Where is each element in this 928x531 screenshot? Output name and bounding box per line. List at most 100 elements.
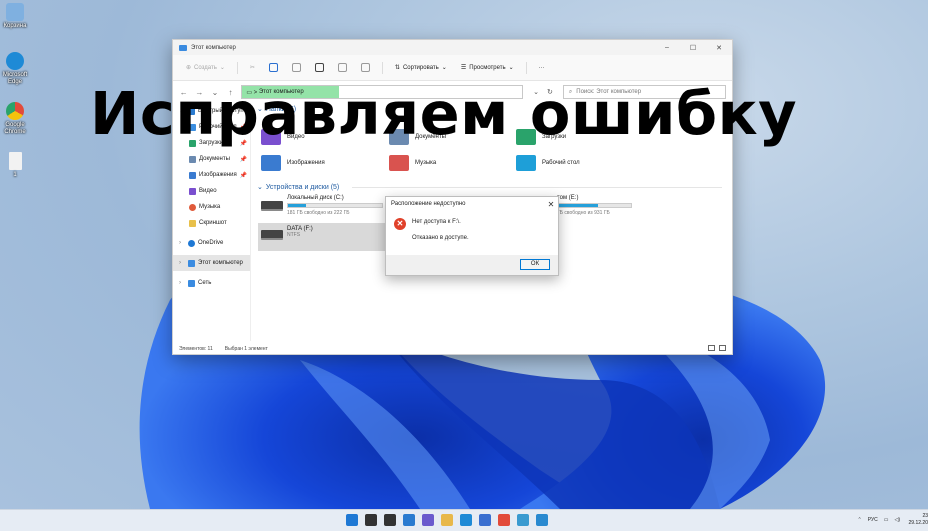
desktop-icon-text-file[interactable]: 1 (0, 152, 30, 179)
chevron-down-icon: ⌄ (441, 65, 447, 71)
create-button[interactable]: ⊕ Создать ⌄ (181, 62, 230, 73)
error-icon: ✕ (394, 218, 406, 230)
cut-button[interactable]: ✂ (245, 62, 260, 73)
dialog-footer: ОК (386, 255, 558, 275)
toolbar-divider (381, 61, 383, 74)
file-explorer-icon[interactable] (441, 514, 453, 526)
view-button[interactable]: ☰ Просмотреть ⌄ (456, 62, 519, 73)
search-icon[interactable] (365, 514, 377, 526)
photos-icon[interactable] (517, 514, 529, 526)
tiles-view-icon[interactable] (719, 345, 726, 351)
rename-icon (314, 63, 324, 72)
sidebar-item-music[interactable]: Музыка (173, 199, 250, 215)
store-icon[interactable] (479, 514, 491, 526)
paste-button[interactable] (287, 61, 306, 74)
dialog-close-button[interactable]: ✕ (544, 200, 558, 209)
language-indicator[interactable]: РУС (868, 517, 878, 523)
snipping-tool-icon[interactable] (536, 514, 548, 526)
toolbar-divider (525, 61, 527, 74)
text-file-icon (8, 152, 22, 170)
network-icon (188, 279, 195, 287)
drive-e[interactable]: том (E:) ГБ свободно из 931 ГБ (557, 195, 632, 216)
drive-usage-fill (288, 204, 306, 207)
folder-icon (189, 219, 196, 227)
windows-drive-icon (261, 201, 283, 211)
sidebar-item-video[interactable]: Видео (173, 183, 250, 199)
close-button[interactable]: ✕ (706, 44, 732, 52)
start-icon[interactable] (346, 514, 358, 526)
window-title: Этот компьютер (191, 44, 236, 51)
chevron-right-icon: › (179, 280, 181, 286)
sort-icon: ⇅ (394, 65, 400, 71)
trash-icon (360, 63, 370, 72)
chevron-up-icon[interactable]: ⌃ (858, 517, 862, 523)
this-pc-icon (179, 44, 187, 51)
pictures-folder-icon (261, 155, 281, 171)
chevron-down-icon: ⌄ (508, 65, 514, 71)
toolbar-divider (236, 61, 238, 74)
maximize-button[interactable]: ☐ (680, 44, 706, 52)
onedrive-icon (188, 239, 195, 247)
network-icon[interactable]: ▭ (884, 517, 889, 523)
location-unavailable-dialog: Расположение недоступно ✕ ✕ Нет доступа … (385, 196, 559, 276)
recycle-bin-icon (6, 3, 24, 21)
task-view-icon[interactable] (384, 514, 396, 526)
drive-usage-fill (558, 204, 599, 207)
desktop-icon-chrome[interactable]: Google Chrome (0, 102, 30, 136)
desktop-icon-recycle-bin[interactable]: Корзина (0, 3, 30, 30)
desktop-icon-edge[interactable]: Microsoft Edge (0, 52, 30, 86)
dialog-title: Расположение недоступно (391, 201, 466, 207)
sidebar-item-onedrive[interactable]: › OneDrive (173, 235, 250, 251)
pictures-icon (189, 171, 196, 179)
hard-drive-icon (261, 230, 283, 240)
edge-icon[interactable] (460, 514, 472, 526)
folder-desktop[interactable]: Рабочий стол (516, 155, 580, 171)
add-icon: ⊕ (186, 65, 192, 71)
taskbar-apps (346, 514, 548, 526)
copy-button[interactable] (264, 61, 283, 74)
sidebar-item-documents[interactable]: Документы 📌 (173, 151, 250, 167)
window-titlebar[interactable]: Этот компьютер – ☐ ✕ (173, 40, 732, 55)
desktop-folder-icon (516, 155, 536, 171)
section-divider (352, 187, 722, 188)
command-bar: ⊕ Создать ⌄ ✂ ⇅ Сортировать ⌄ ☰ Просмотр… (173, 55, 732, 81)
share-button[interactable] (333, 61, 352, 74)
clock[interactable]: 23 29.12.20 (906, 513, 928, 527)
status-bar: Элементов: 11 Выбран 1 элемент (179, 346, 268, 352)
edge-icon (6, 52, 24, 70)
sidebar-item-network[interactable]: › Сеть (173, 275, 250, 291)
drive-c[interactable]: Локальный диск (C:) 181 ГБ свободно из 2… (261, 195, 383, 216)
pin-icon: 📌 (239, 156, 247, 163)
volume-icon[interactable]: ◁) (894, 517, 900, 523)
rename-button[interactable] (310, 61, 329, 74)
sidebar-item-this-pc[interactable]: › Этот компьютер (173, 255, 250, 271)
taskbar: ⌃ РУС ▭ ◁) 23 29.12.20 (0, 509, 928, 531)
documents-icon (189, 155, 196, 163)
dialog-message: Нет доступа к F:\. (412, 219, 461, 225)
view-icon: ☰ (460, 65, 467, 71)
scissors-icon: ✂ (249, 65, 255, 71)
more-options-button[interactable]: ··· (534, 63, 550, 73)
share-icon (337, 63, 347, 72)
pin-icon: 📌 (239, 172, 247, 179)
system-tray: ⌃ РУС ▭ ◁) 23 29.12.20 (858, 513, 928, 527)
widgets-icon[interactable] (403, 514, 415, 526)
selection-count: Выбран 1 элемент (224, 346, 268, 352)
dialog-titlebar[interactable]: Расположение недоступно ✕ (386, 197, 558, 211)
ok-button[interactable]: ОК (520, 259, 550, 270)
sort-button[interactable]: ⇅ Сортировать ⌄ (390, 62, 452, 73)
delete-button[interactable] (356, 61, 375, 74)
drive-usage-bar (557, 203, 632, 208)
minimize-button[interactable]: – (654, 44, 680, 52)
sidebar-item-screenshot[interactable]: Скриншот (173, 215, 250, 231)
folder-pictures[interactable]: Изображения (261, 155, 325, 171)
folder-music[interactable]: Музыка (389, 155, 436, 171)
chrome-icon[interactable] (498, 514, 510, 526)
teams-chat-icon[interactable] (422, 514, 434, 526)
sidebar-item-pictures[interactable]: Изображения 📌 (173, 167, 250, 183)
details-view-icon[interactable] (708, 345, 715, 351)
item-count: Элементов: 11 (179, 346, 213, 352)
view-toggles (708, 345, 726, 351)
drive-f[interactable]: DATA (F:) NTFS (258, 223, 386, 251)
drives-section-header[interactable]: ⌄ Устройства и диски (5) (257, 183, 339, 192)
